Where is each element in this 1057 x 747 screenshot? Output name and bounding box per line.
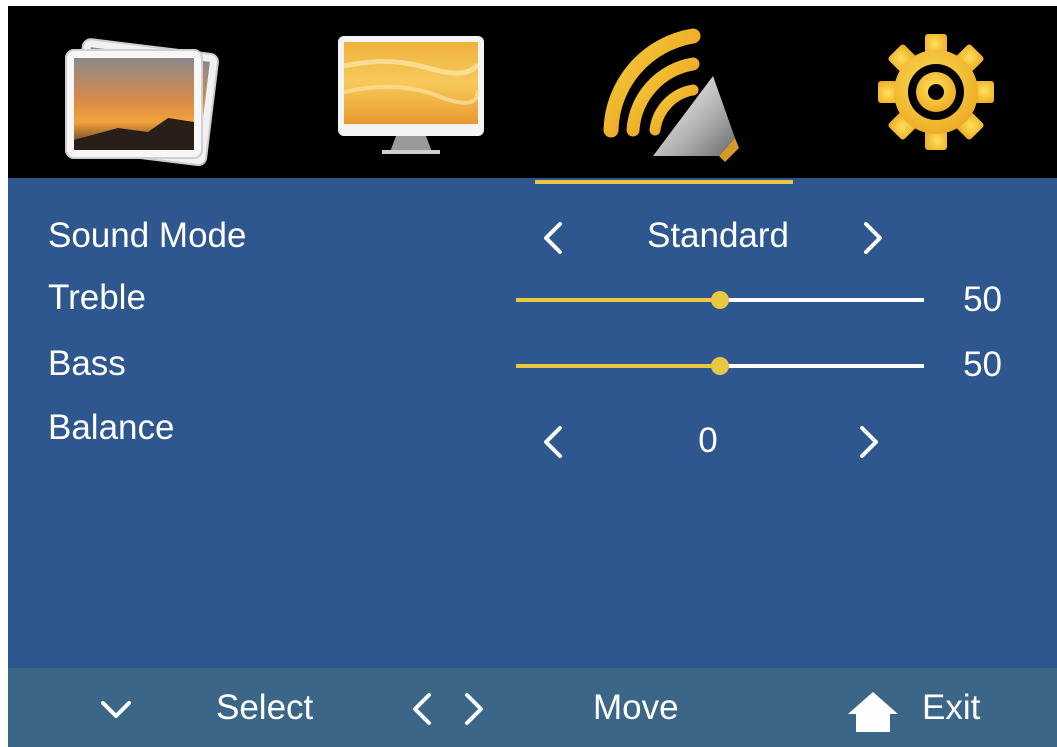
chevron-right-icon[interactable] xyxy=(854,422,884,462)
chevron-down-icon xyxy=(101,701,131,718)
sound-mode-value: Standard xyxy=(646,216,790,255)
slider-knob[interactable] xyxy=(711,357,729,375)
slider-knob[interactable] xyxy=(711,291,729,309)
home-icon xyxy=(848,692,898,732)
selected-tab-indicator xyxy=(535,180,793,184)
balance-value: 0 xyxy=(698,421,718,460)
balance-label: Balance xyxy=(48,408,175,447)
slider-fill xyxy=(516,364,720,368)
category-bar xyxy=(8,6,1057,178)
chevron-left-icon[interactable] xyxy=(538,422,568,462)
treble-slider[interactable] xyxy=(516,290,924,310)
slider-fill xyxy=(516,298,720,302)
footer-exit-label: Exit xyxy=(922,688,981,727)
bass-value: 50 xyxy=(963,345,1002,384)
chevron-right-icon[interactable] xyxy=(858,218,888,258)
bass-slider[interactable] xyxy=(516,356,924,376)
tab-picture-gallery[interactable] xyxy=(58,6,228,178)
footer-select-label: Select xyxy=(216,688,314,727)
treble-label: Treble xyxy=(48,278,146,317)
sound-icon xyxy=(603,28,739,162)
treble-value: 50 xyxy=(963,280,1002,319)
photos-icon xyxy=(65,38,219,167)
chevron-left-icon[interactable] xyxy=(538,218,568,258)
bass-label: Bass xyxy=(48,344,126,383)
sound-settings-osd: Sound Mode Standard Treble 50 Bass 50 Ba… xyxy=(8,6,1057,747)
monitor-icon xyxy=(338,36,484,154)
chevron-right-icon xyxy=(465,693,483,725)
tab-setup[interactable] xyxy=(878,6,1018,178)
tab-screen[interactable] xyxy=(338,6,488,178)
sound-mode-label: Sound Mode xyxy=(48,216,247,255)
gear-icon xyxy=(878,34,994,150)
footer-move-label: Move xyxy=(593,688,679,727)
chevron-left-icon xyxy=(413,693,431,725)
tab-sound[interactable] xyxy=(593,6,743,178)
footer-hint-bar: Select Move Exit xyxy=(8,668,1057,747)
